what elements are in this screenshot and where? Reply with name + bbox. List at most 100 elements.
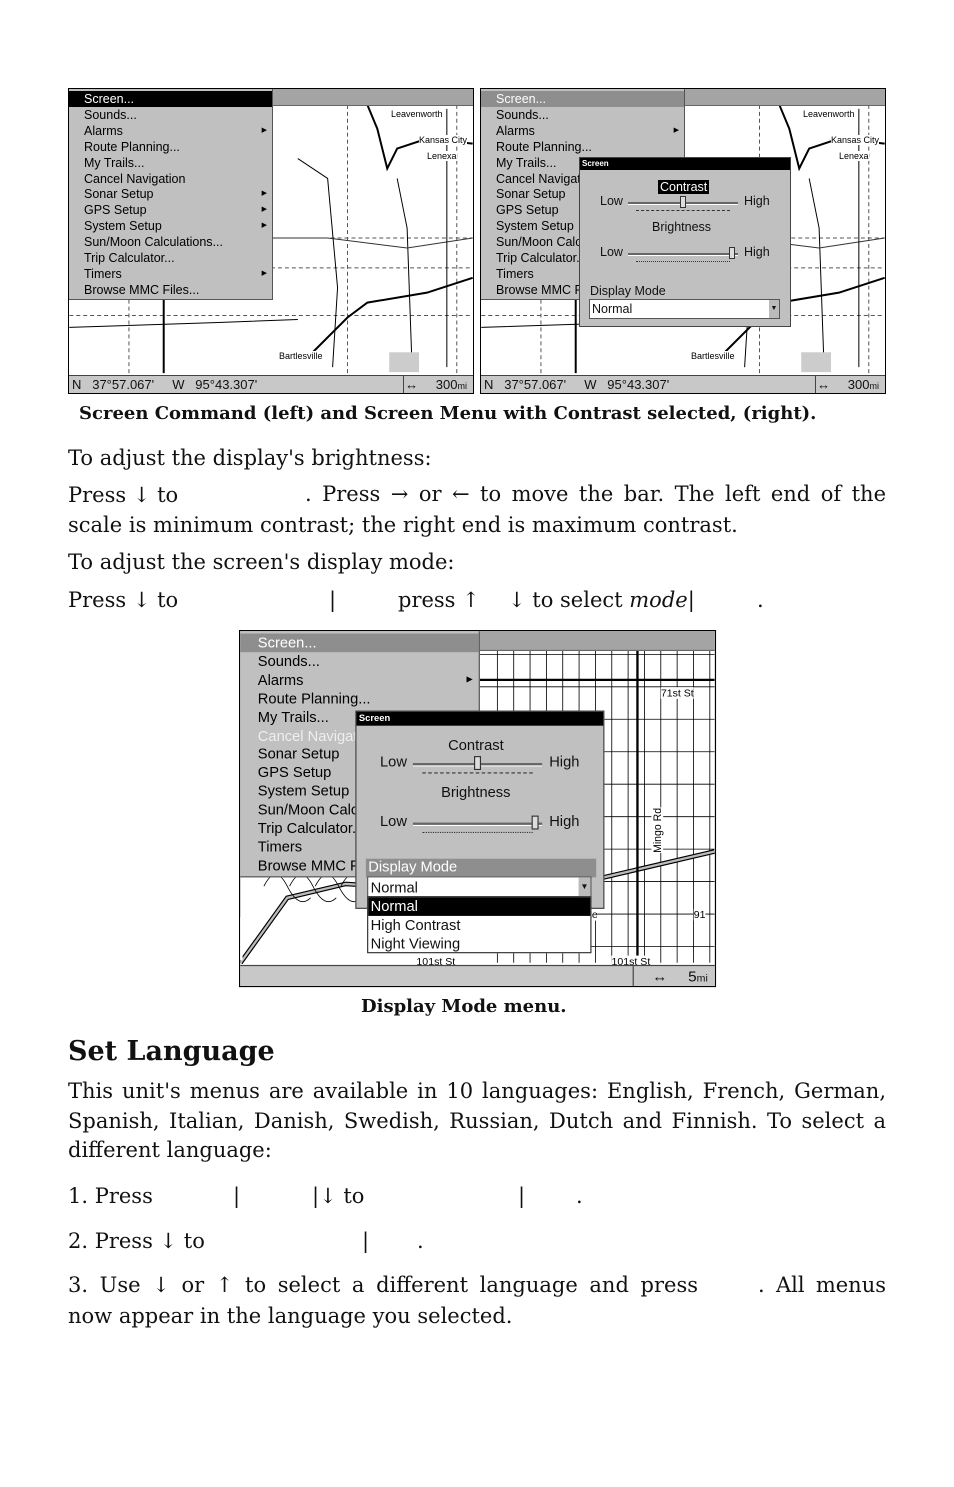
status-bar: ↔ 5mi — [240, 964, 715, 986]
menu-item-label: My Trails... — [84, 155, 145, 170]
mode-step-g: . — [757, 588, 764, 612]
dialog-title: Screen — [580, 158, 790, 170]
dropdown-arrow-icon[interactable]: ▼ — [769, 300, 779, 318]
menu-item[interactable]: GPS Setup ▶ — [69, 202, 272, 218]
menu-item[interactable]: Trip Calculator... — [69, 250, 272, 266]
menu-item-label: Timers — [496, 266, 534, 281]
menu-item[interactable]: Alarms ▶ — [69, 123, 272, 139]
menu-item[interactable]: Sun/Moon Calculations... — [69, 234, 272, 250]
menu-item-label: Alarms — [257, 671, 304, 689]
mode-step-f: | — [687, 588, 695, 612]
brightness-step-c: scale is minimum contrast; the right end… — [68, 513, 738, 537]
mode-intro: To adjust the screen's display mode: — [68, 550, 455, 574]
menu-item-label: Timers — [257, 838, 303, 856]
submenu-arrow-icon: ▶ — [466, 675, 473, 684]
step1-b: | — [233, 1184, 241, 1208]
menu-item[interactable]: Cancel Navigation — [69, 171, 272, 187]
display-mode-option[interactable]: Normal — [368, 897, 591, 916]
brightness-slider[interactable] — [412, 822, 543, 827]
display-mode-label: Display Mode — [590, 284, 666, 298]
menu-item[interactable]: Browse MMC Files... — [69, 282, 272, 298]
menu-item-label: Sounds... — [257, 653, 320, 670]
step1-e: . — [576, 1184, 583, 1208]
mode-step-d: ↓ to select mode| — [508, 586, 695, 614]
coordinates: N 37°57.067' W 95°43.307' — [484, 376, 670, 393]
step3-a: 3. Use ↓ or ↑ to select a different lang… — [68, 1273, 698, 1297]
contrast-low-label: Low — [380, 753, 407, 771]
screen-dialog: Screen Contrast Low High Low High Brightness Di… — [579, 157, 791, 327]
menu-item-label: Cancel Navigation — [84, 171, 186, 186]
latitude: N 37°57.067' — [484, 377, 567, 392]
contrast-scale — [422, 772, 533, 774]
menu-item[interactable]: Screen... — [481, 91, 684, 107]
menu-item[interactable]: Alarms ▶ — [240, 671, 479, 690]
menu-item-label: System Setup — [257, 783, 350, 800]
brightness-low-label: Low — [380, 813, 407, 830]
menu-item[interactable]: System Setup ▶ — [69, 218, 272, 234]
brightness-slider[interactable] — [628, 253, 738, 256]
figure-caption: Display Mode menu. — [361, 996, 567, 1017]
menu-item-label: Trip Calculator... — [84, 251, 175, 265]
menu-item-label: GPS Setup — [257, 764, 332, 781]
contrast-high-label: High — [744, 194, 770, 208]
menu-item[interactable]: Route Planning... — [240, 689, 479, 708]
menu-item[interactable]: Screen... — [69, 91, 272, 107]
display-mode-label: Display Mode — [368, 858, 458, 876]
map-label: Lenexa — [427, 151, 457, 161]
submenu-arrow-icon: ▶ — [261, 222, 267, 230]
brightness-step-b: . Press → or ← to move the bar. The left… — [305, 482, 886, 506]
display-mode-select[interactable]: Normal ▼ — [589, 299, 780, 319]
mode-step-c: press ↑ — [398, 588, 480, 612]
display-mode-option[interactable]: High Contrast — [368, 916, 590, 935]
menu-item-label: System Setup — [496, 219, 574, 234]
latitude: N 37°57.067' — [72, 377, 155, 392]
map-scale: ↔ 300mi — [815, 376, 885, 393]
scale-value: 300 — [847, 377, 870, 392]
brightness-label: Brightness — [652, 220, 712, 234]
menu-item-label: GPS Setup — [496, 203, 559, 218]
display-mode-value: Normal — [592, 302, 633, 316]
map-label: Kansas City — [831, 135, 880, 145]
menu-item-label: Timers — [84, 266, 122, 281]
menu-item[interactable]: Sounds... — [240, 652, 479, 671]
contrast-label: Contrast — [658, 180, 710, 194]
brightness-slider-thumb[interactable] — [531, 815, 539, 830]
menu-item-label: Alarms — [84, 123, 123, 138]
map-label: 91 — [693, 908, 706, 921]
brightness-slider-thumb[interactable] — [728, 247, 735, 259]
menu-item[interactable]: Timers ▶ — [69, 266, 272, 282]
display-mode-value: Normal — [370, 879, 418, 897]
screen-dialog: Screen Contrast Low High Low High Brightness Di… — [355, 710, 605, 909]
contrast-slider-thumb[interactable] — [474, 756, 482, 771]
contrast-label: Contrast — [448, 737, 504, 753]
contrast-slider-thumb[interactable] — [680, 196, 686, 208]
menu-item-label: Sonar Setup — [257, 745, 340, 763]
display-mode-menu-screenshot: 71st StMingo Rd91169101st St101st StCree… — [239, 630, 717, 988]
display-mode-option[interactable]: Night Viewing — [368, 935, 590, 954]
menu-item[interactable]: Route Planning... — [481, 139, 684, 155]
menu-item[interactable]: Screen... — [240, 633, 479, 653]
mode-step-e: mode — [629, 588, 688, 612]
map-label: ware Ave — [240, 917, 243, 961]
brightness-high-label: High — [549, 813, 580, 830]
step1-c: |↓ to — [312, 1184, 365, 1208]
menu-item-label: Sounds... — [84, 107, 137, 122]
menu-item[interactable]: Sounds... — [481, 107, 684, 123]
menu-item[interactable]: Alarms ▶ — [481, 123, 684, 139]
menu-item-label: System Setup — [84, 219, 162, 234]
submenu-arrow-icon: ▶ — [261, 206, 267, 214]
map-label: Leavenworth — [803, 109, 855, 119]
scale-arrow-icon: ↔ — [652, 967, 672, 985]
longitude: W 95°43.307' — [584, 377, 670, 392]
menu-item[interactable]: Sounds... — [69, 107, 272, 123]
menu-item-label: Alarms — [496, 123, 535, 138]
menu-item[interactable]: Route Planning... — [69, 139, 272, 155]
scale-value: 5 — [688, 967, 697, 985]
section-heading: Set Language — [68, 1036, 275, 1067]
map-scale: ↔ 300mi — [403, 376, 473, 393]
menu-item[interactable]: My Trails... — [69, 155, 272, 171]
brightness-scale — [422, 831, 533, 834]
brightness-label: Brightness — [441, 784, 511, 801]
menu-item[interactable]: Sonar Setup ▶ — [69, 186, 272, 202]
scale-arrow-icon: ↔ — [405, 377, 422, 392]
